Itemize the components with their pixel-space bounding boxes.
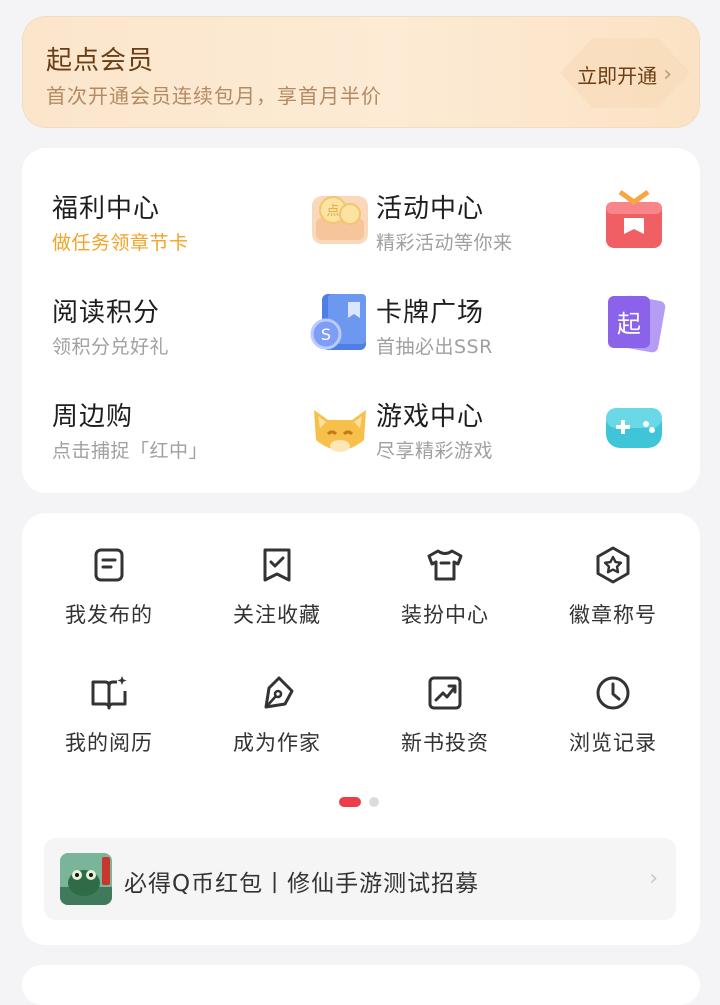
svg-text:S: S [321, 325, 331, 344]
page-dot[interactable] [369, 797, 379, 807]
feature-welfare-center[interactable]: 福利中心 做任务领章节卡 点 [52, 188, 372, 268]
pen-nib-icon [264, 676, 294, 709]
vip-banner[interactable]: 起点会员 首次开通会员连续包月，享首月半价 立即开通 › [22, 16, 700, 128]
svg-text:点: 点 [326, 204, 339, 219]
grid-item-follow-favorites[interactable]: 关注收藏 [193, 545, 361, 645]
feature-title: 游戏中心 [376, 402, 485, 432]
grid-item-label: 浏览记录 [569, 731, 657, 755]
feature-subtitle: 首抽必出SSR [376, 336, 493, 358]
feature-reading-points[interactable]: 阅读积分 领积分兑好礼 S [52, 292, 372, 372]
feature-card: 福利中心 做任务领章节卡 点 活动中心 精彩活动等你来 阅读积分 领积分兑好礼 … [22, 148, 700, 493]
fox-icon [314, 410, 366, 452]
grid-item-dress-up-center[interactable]: 装扮中心 [361, 545, 529, 645]
open-book-sparkle-icon [91, 676, 127, 710]
vip-subtitle: 首次开通会员连续包月，享首月半价 [46, 84, 382, 108]
grid-item-new-book-invest[interactable]: 新书投资 [361, 673, 529, 773]
bookmark-check-icon [263, 548, 291, 582]
feature-title: 卡牌广场 [376, 298, 485, 328]
gamepad-icon [606, 408, 662, 448]
game-thumbnail-icon [60, 853, 112, 905]
clock-icon [596, 676, 630, 710]
promo-banner[interactable]: 必得Q币红包丨修仙手游测试招募 › [44, 838, 676, 920]
feature-activity-center[interactable]: 活动中心 精彩活动等你来 [376, 188, 666, 268]
svg-text:起: 起 [617, 310, 641, 338]
feature-card-plaza[interactable]: 卡牌广场 首抽必出SSR 起 [376, 292, 666, 372]
gift-box-icon [606, 189, 662, 248]
next-card [22, 965, 700, 1005]
feature-title: 阅读积分 [52, 298, 161, 328]
coin-box-icon: 点 [312, 196, 368, 244]
chevron-right-icon: › [649, 866, 658, 891]
grid-item-label: 成为作家 [233, 731, 321, 755]
grid-item-label: 关注收藏 [233, 603, 321, 627]
grid-item-label: 我发布的 [65, 603, 153, 627]
grid-item-label: 新书投资 [401, 731, 489, 755]
badge-star-icon [596, 546, 630, 584]
document-icon [94, 548, 124, 582]
feature-title: 活动中心 [376, 194, 485, 224]
grid-item-label: 装扮中心 [401, 603, 489, 627]
vip-open-label: 立即开通 [577, 64, 658, 88]
feature-subtitle: 领积分兑好礼 [52, 336, 170, 358]
feature-merch-shop[interactable]: 周边购 点击捕捉「红中」 [52, 396, 372, 476]
grid-item-my-posts[interactable]: 我发布的 [25, 545, 193, 645]
feature-subtitle: 精彩活动等你来 [376, 232, 513, 254]
feature-title: 周边购 [52, 402, 134, 432]
grid-item-become-author[interactable]: 成为作家 [193, 673, 361, 773]
promo-banner-text: 必得Q币红包丨修仙手游测试招募 [124, 871, 480, 897]
grid-item-label: 我的阅历 [65, 731, 153, 755]
feature-subtitle: 点击捕捉「红中」 [52, 440, 209, 462]
tshirt-icon [427, 549, 463, 581]
feature-subtitle: 尽享精彩游戏 [376, 440, 494, 462]
shortcut-card: 我发布的 关注收藏 装扮中心 徽章称号 我的阅历 成为作家 新书投资 浏览记录 … [22, 513, 700, 945]
card-icon: 起 [608, 295, 666, 353]
grid-item-browse-history[interactable]: 浏览记录 [529, 673, 697, 773]
grid-item-label: 徽章称号 [569, 603, 657, 627]
feature-title: 福利中心 [52, 194, 161, 224]
page-indicator [339, 797, 379, 807]
vip-title: 起点会员 [46, 46, 155, 76]
grid-item-badges-titles[interactable]: 徽章称号 [529, 545, 697, 645]
book-coin-icon: S [310, 294, 366, 350]
page-dot-active[interactable] [339, 797, 361, 807]
feature-game-center[interactable]: 游戏中心 尽享精彩游戏 [376, 396, 666, 476]
vip-open-button[interactable]: 立即开通 › [577, 60, 672, 89]
feature-subtitle: 做任务领章节卡 [52, 232, 189, 254]
grid-item-my-reading-history[interactable]: 我的阅历 [25, 673, 193, 773]
chevron-right-icon: › [663, 62, 672, 87]
trend-chart-icon [428, 676, 462, 710]
